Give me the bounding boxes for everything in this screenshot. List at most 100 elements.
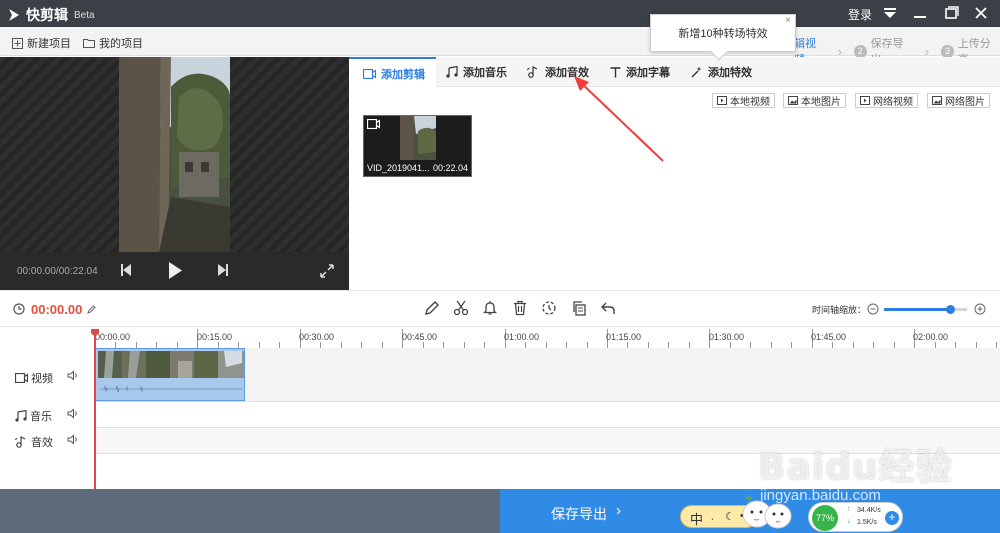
sound-effect-track-label: 音效 [15,434,53,450]
video-file-icon [860,96,870,105]
fullscreen-icon[interactable] [320,264,334,278]
menu-bar: 新建项目 我的项目 辑视频 › 2 保存导出 › 3 上传分享 [0,27,1000,66]
step-3-badge: 3 [941,44,954,58]
track-headers: 视频 音乐 音效 [0,348,95,488]
app-beta-label: Beta [74,9,95,21]
app-title: 快剪辑 [26,7,68,23]
new-project-button[interactable]: 新建项目 [12,35,71,51]
zoom-slider[interactable] [884,305,967,314]
sound-effect-track-name: 音效 [31,437,53,449]
timeline-toolbar: 00:00.00 时间轴缩放： [0,290,1000,327]
ruler-label: 01:30.00 [709,332,745,342]
video-camera-icon [15,373,28,383]
tab-add-music-label: 添加音乐 [463,67,507,79]
next-frame-icon[interactable] [218,264,228,276]
play-logo-icon [9,9,19,21]
new-project-label: 新建项目 [27,38,71,50]
crop-rotate-icon[interactable] [541,300,557,316]
copy-icon[interactable] [571,300,587,316]
tab-add-effect-label: 添加特效 [708,67,752,79]
music-track-label: 音乐 [15,408,52,424]
local-video-label: 本地视频 [730,97,770,108]
media-clip-name: VID_2019041... [367,163,430,173]
save-export-label: 保存导出 [551,506,607,522]
video-track-label: 视频 [15,370,53,386]
speaker-icon[interactable] [67,370,79,381]
network-speed-widget[interactable]: 77% ↑ 34.4K/s ↓ 1.5K/s + [808,502,903,532]
mascot-sticker [742,494,792,529]
ruler-label: 00:30.00 [299,332,335,342]
magic-wand-icon [691,66,702,78]
online-video-button[interactable]: 网络视频 [855,93,918,108]
ruler-label: 01:15.00 [606,332,642,342]
scissors-icon[interactable] [453,300,469,316]
timeline-zoom-label: 时间轴缩放： [812,305,867,315]
upload-arrow-icon: ↑ [847,506,851,513]
music-track[interactable] [0,402,1000,428]
image-file-icon [788,96,798,105]
local-image-button[interactable]: 本地图片 [783,93,846,108]
title-bar: 快剪辑 Beta 登录 [0,0,1000,27]
edit-time-icon[interactable] [87,305,96,314]
close-icon[interactable] [972,4,990,22]
clock-icon [13,303,25,315]
bell-icon[interactable] [482,300,498,316]
ruler-label: 01:00.00 [504,332,540,342]
timeline-ruler[interactable]: 00:00.00 00:15.00 00:30.00 00:45.00 01:0… [95,327,1000,348]
zoom-slider-fill [884,308,951,311]
ime-language: 中 [690,512,704,527]
trash-icon[interactable] [512,300,528,316]
local-video-button[interactable]: 本地视频 [712,93,775,108]
tooltip-close-icon[interactable]: × [785,2,791,40]
tab-add-subtitle-label: 添加字幕 [626,67,670,79]
tab-add-effect[interactable]: 添加特效 [691,57,752,87]
local-image-label: 本地图片 [801,97,841,108]
ruler-label: 00:45.00 [402,332,438,342]
menu-dropdown-icon[interactable] [881,4,899,22]
ime-moon-icon[interactable]: ☾ [725,510,735,523]
timeline-playhead[interactable] [94,330,96,489]
ime-punctuation-icon[interactable]: ˎ [711,510,714,521]
image-file-icon [932,96,942,105]
tab-add-clip[interactable]: 添加剪辑 [349,57,436,88]
playhead-marker[interactable] [91,329,99,337]
timeline-video-clip[interactable] [95,348,245,401]
tab-add-sound-effect[interactable]: 添加音效 [527,57,589,87]
ruler-label: 01:45.00 [811,332,847,342]
folder-icon [83,39,95,48]
minimize-icon[interactable] [911,4,929,22]
speaker-icon[interactable] [67,408,79,419]
music-note-icon [446,66,458,78]
music-note-icon [15,410,27,422]
preview-time: 00:00.00/00:22.04 [17,266,98,277]
tab-add-clip-label: 添加剪辑 [381,68,425,81]
media-clip-item[interactable]: VID_2019041... 00:22.04 [363,115,472,177]
zoom-in-icon[interactable] [974,303,986,315]
play-icon[interactable] [168,262,182,279]
media-clip-duration: 00:22.04 [432,163,468,173]
login-link[interactable]: 登录 [848,6,872,23]
baidu-jingyan-watermark: Baidu经验 [758,447,953,488]
my-projects-label: 我的项目 [99,38,143,50]
plus-box-icon [12,37,23,49]
add-icon[interactable]: + [885,511,899,525]
media-tabs: 添加剪辑 添加音乐 添加音效 添加字幕 添加特效 [349,57,1000,88]
zoom-out-icon[interactable] [867,303,879,315]
zoom-slider-thumb[interactable] [945,305,955,314]
video-camera-icon [367,119,380,129]
download-arrow-icon: ↓ [847,518,851,525]
new-feature-tooltip: × 新增10种转场特效 [650,14,796,61]
ruler-label: 00:00.00 [95,332,131,342]
previous-frame-icon[interactable] [121,264,131,276]
tab-add-subtitle[interactable]: 添加字幕 [610,57,670,87]
online-image-button[interactable]: 网络图片 [927,93,990,108]
pencil-icon[interactable] [424,300,440,316]
tab-add-music[interactable]: 添加音乐 [446,57,507,87]
app-logo: 快剪辑 Beta [8,5,95,25]
text-t-icon [610,66,621,77]
my-projects-button[interactable]: 我的项目 [83,35,143,51]
speaker-icon[interactable] [67,434,79,445]
undo-icon[interactable] [600,300,616,316]
music-track-name: 音乐 [30,411,52,423]
maximize-icon[interactable] [942,4,960,22]
